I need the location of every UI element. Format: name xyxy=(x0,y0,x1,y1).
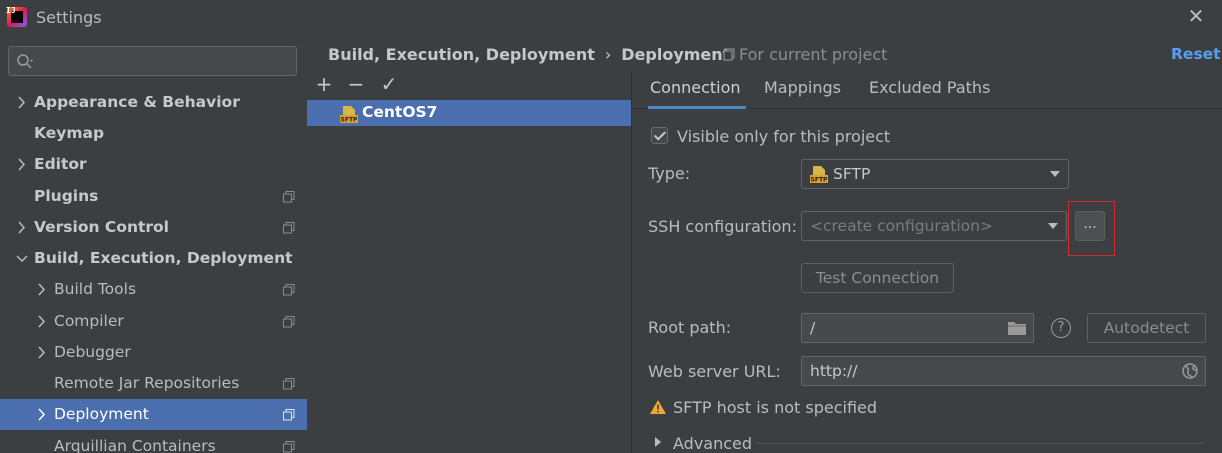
project-scope-icon xyxy=(283,441,295,453)
remove-server-button[interactable]: − xyxy=(345,72,367,96)
server-list-toolbar: + − ✓ xyxy=(307,72,631,98)
advanced-separator xyxy=(755,443,1205,444)
search-input[interactable] xyxy=(8,46,297,76)
sidebar-item-label: Appearance & Behavior xyxy=(34,93,240,111)
sidebar-item-compiler[interactable]: Compiler xyxy=(0,306,307,337)
reset-link[interactable]: Reset xyxy=(1171,45,1221,63)
sidebar-item-label: Debugger xyxy=(54,343,131,361)
breadcrumb-current: Deployment xyxy=(621,45,731,64)
logo-text: IJ xyxy=(6,6,16,15)
tab-excluded-paths[interactable]: Excluded Paths xyxy=(869,72,990,109)
project-scope-icon xyxy=(283,191,295,203)
test-connection-button[interactable]: Test Connection xyxy=(801,263,954,293)
sidebar-item-label: Remote Jar Repositories xyxy=(54,374,240,392)
folder-icon[interactable] xyxy=(1007,320,1027,336)
sidebar-item-label: Build, Execution, Deployment xyxy=(34,249,293,267)
project-scope-icon xyxy=(723,48,735,61)
sftp-type-icon: SFTP xyxy=(810,166,829,184)
web-server-url-label: Web server URL: xyxy=(648,362,781,381)
sidebar-item-keymap[interactable]: Keymap xyxy=(0,118,307,149)
sidebar-item-label: Version Control xyxy=(34,218,169,236)
server-list-item[interactable]: SFTP CentOS7 xyxy=(307,100,631,126)
globe-icon[interactable] xyxy=(1181,362,1199,380)
search-icon xyxy=(17,54,33,69)
chevron-right-icon[interactable] xyxy=(16,149,28,180)
web-server-url-input[interactable]: http:// xyxy=(801,356,1206,386)
warning-icon xyxy=(650,400,666,414)
tab-bar: Connection Mappings Excluded Paths xyxy=(632,72,1222,109)
type-value: SFTP xyxy=(833,165,871,183)
type-label: Type: xyxy=(648,164,691,183)
sidebar-item-remote-jar-repositories[interactable]: Remote Jar Repositories xyxy=(0,368,307,399)
panel-divider xyxy=(631,72,632,453)
sidebar-item-deployment[interactable]: Deployment xyxy=(0,399,307,430)
breadcrumb-parent[interactable]: Build, Execution, Deployment xyxy=(328,45,595,64)
sidebar-item-label: Deployment xyxy=(54,405,149,423)
sidebar-item-label: Keymap xyxy=(34,124,105,142)
sidebar-item-build-execution-deployment[interactable]: Build, Execution, Deployment xyxy=(0,243,307,274)
add-server-button[interactable]: + xyxy=(313,72,335,96)
ssh-config-placeholder: <create configuration> xyxy=(810,217,993,235)
sidebar-item-arquillian-containers[interactable]: Arquillian Containers xyxy=(0,431,307,453)
chevron-down-icon xyxy=(1048,223,1058,229)
title-bar: IJ Settings ✕ xyxy=(0,0,1222,34)
chevron-right-icon[interactable] xyxy=(16,87,28,118)
project-scope-text: For current project xyxy=(739,45,888,64)
root-path-value: / xyxy=(810,319,816,337)
project-scope-icon xyxy=(283,222,295,234)
chevron-right-icon[interactable] xyxy=(36,306,48,337)
svg-text:SFTP: SFTP xyxy=(341,117,359,124)
apply-default-button[interactable]: ✓ xyxy=(378,72,400,96)
tab-connection[interactable]: Connection xyxy=(648,72,746,109)
visible-only-checkbox[interactable] xyxy=(651,127,668,144)
chevron-down-icon[interactable] xyxy=(16,243,28,274)
project-scope-icon xyxy=(283,316,295,328)
sidebar-item-label: Plugins xyxy=(34,187,99,205)
chevron-right-icon[interactable] xyxy=(16,212,28,243)
chevron-down-icon xyxy=(1050,171,1060,177)
ssh-config-dropdown[interactable]: <create configuration> xyxy=(801,211,1067,241)
chevron-right-icon[interactable] xyxy=(36,399,48,430)
sidebar-item-label: Compiler xyxy=(54,312,124,330)
chevron-right-icon[interactable] xyxy=(36,337,48,368)
sidebar-item-plugins[interactable]: Plugins xyxy=(0,181,307,212)
root-path-input[interactable]: / xyxy=(801,313,1034,343)
sidebar-item-debugger[interactable]: Debugger xyxy=(0,337,307,368)
help-icon[interactable]: ? xyxy=(1051,318,1071,338)
autodetect-button[interactable]: Autodetect xyxy=(1087,313,1206,343)
project-scope-icon xyxy=(283,409,295,421)
advanced-section-toggle[interactable]: Advanced xyxy=(673,434,752,453)
sftp-icon: SFTP xyxy=(340,106,359,124)
sidebar-item-label: Build Tools xyxy=(54,280,137,298)
tab-mappings[interactable]: Mappings xyxy=(764,72,841,109)
visible-only-label: Visible only for this project xyxy=(677,127,891,146)
sidebar-item-appearance-behavior[interactable]: Appearance & Behavior xyxy=(0,87,307,118)
server-name: CentOS7 xyxy=(362,103,438,121)
breadcrumb: Build, Execution, Deployment › Deployment xyxy=(328,45,730,64)
settings-sidebar: Appearance & Behavior Keymap Editor Plugins… xyxy=(0,34,307,453)
warning-text: SFTP host is not specified xyxy=(673,398,878,417)
svg-text:SFTP: SFTP xyxy=(811,177,829,184)
project-scope-icon xyxy=(283,378,295,390)
sidebar-item-label: Arquillian Containers xyxy=(54,437,216,453)
breadcrumb-separator: › xyxy=(604,45,612,64)
project-scope-label: For current project xyxy=(723,45,887,64)
ssh-config-browse-button[interactable]: ... xyxy=(1075,211,1105,241)
chevron-right-icon[interactable] xyxy=(655,437,661,447)
root-path-label: Root path: xyxy=(648,318,732,337)
ssh-config-label: SSH configuration: xyxy=(648,217,797,236)
sidebar-item-version-control[interactable]: Version Control xyxy=(0,212,307,243)
close-icon[interactable]: ✕ xyxy=(1186,6,1206,26)
sidebar-item-editor[interactable]: Editor xyxy=(0,149,307,180)
web-server-url-value: http:// xyxy=(810,362,858,380)
sidebar-item-build-tools[interactable]: Build Tools xyxy=(0,274,307,305)
type-dropdown[interactable]: SFTP SFTP xyxy=(801,159,1069,189)
sidebar-item-label: Editor xyxy=(34,155,87,173)
chevron-right-icon[interactable] xyxy=(36,274,48,305)
project-scope-icon xyxy=(283,284,295,296)
window-title: Settings xyxy=(36,8,102,27)
